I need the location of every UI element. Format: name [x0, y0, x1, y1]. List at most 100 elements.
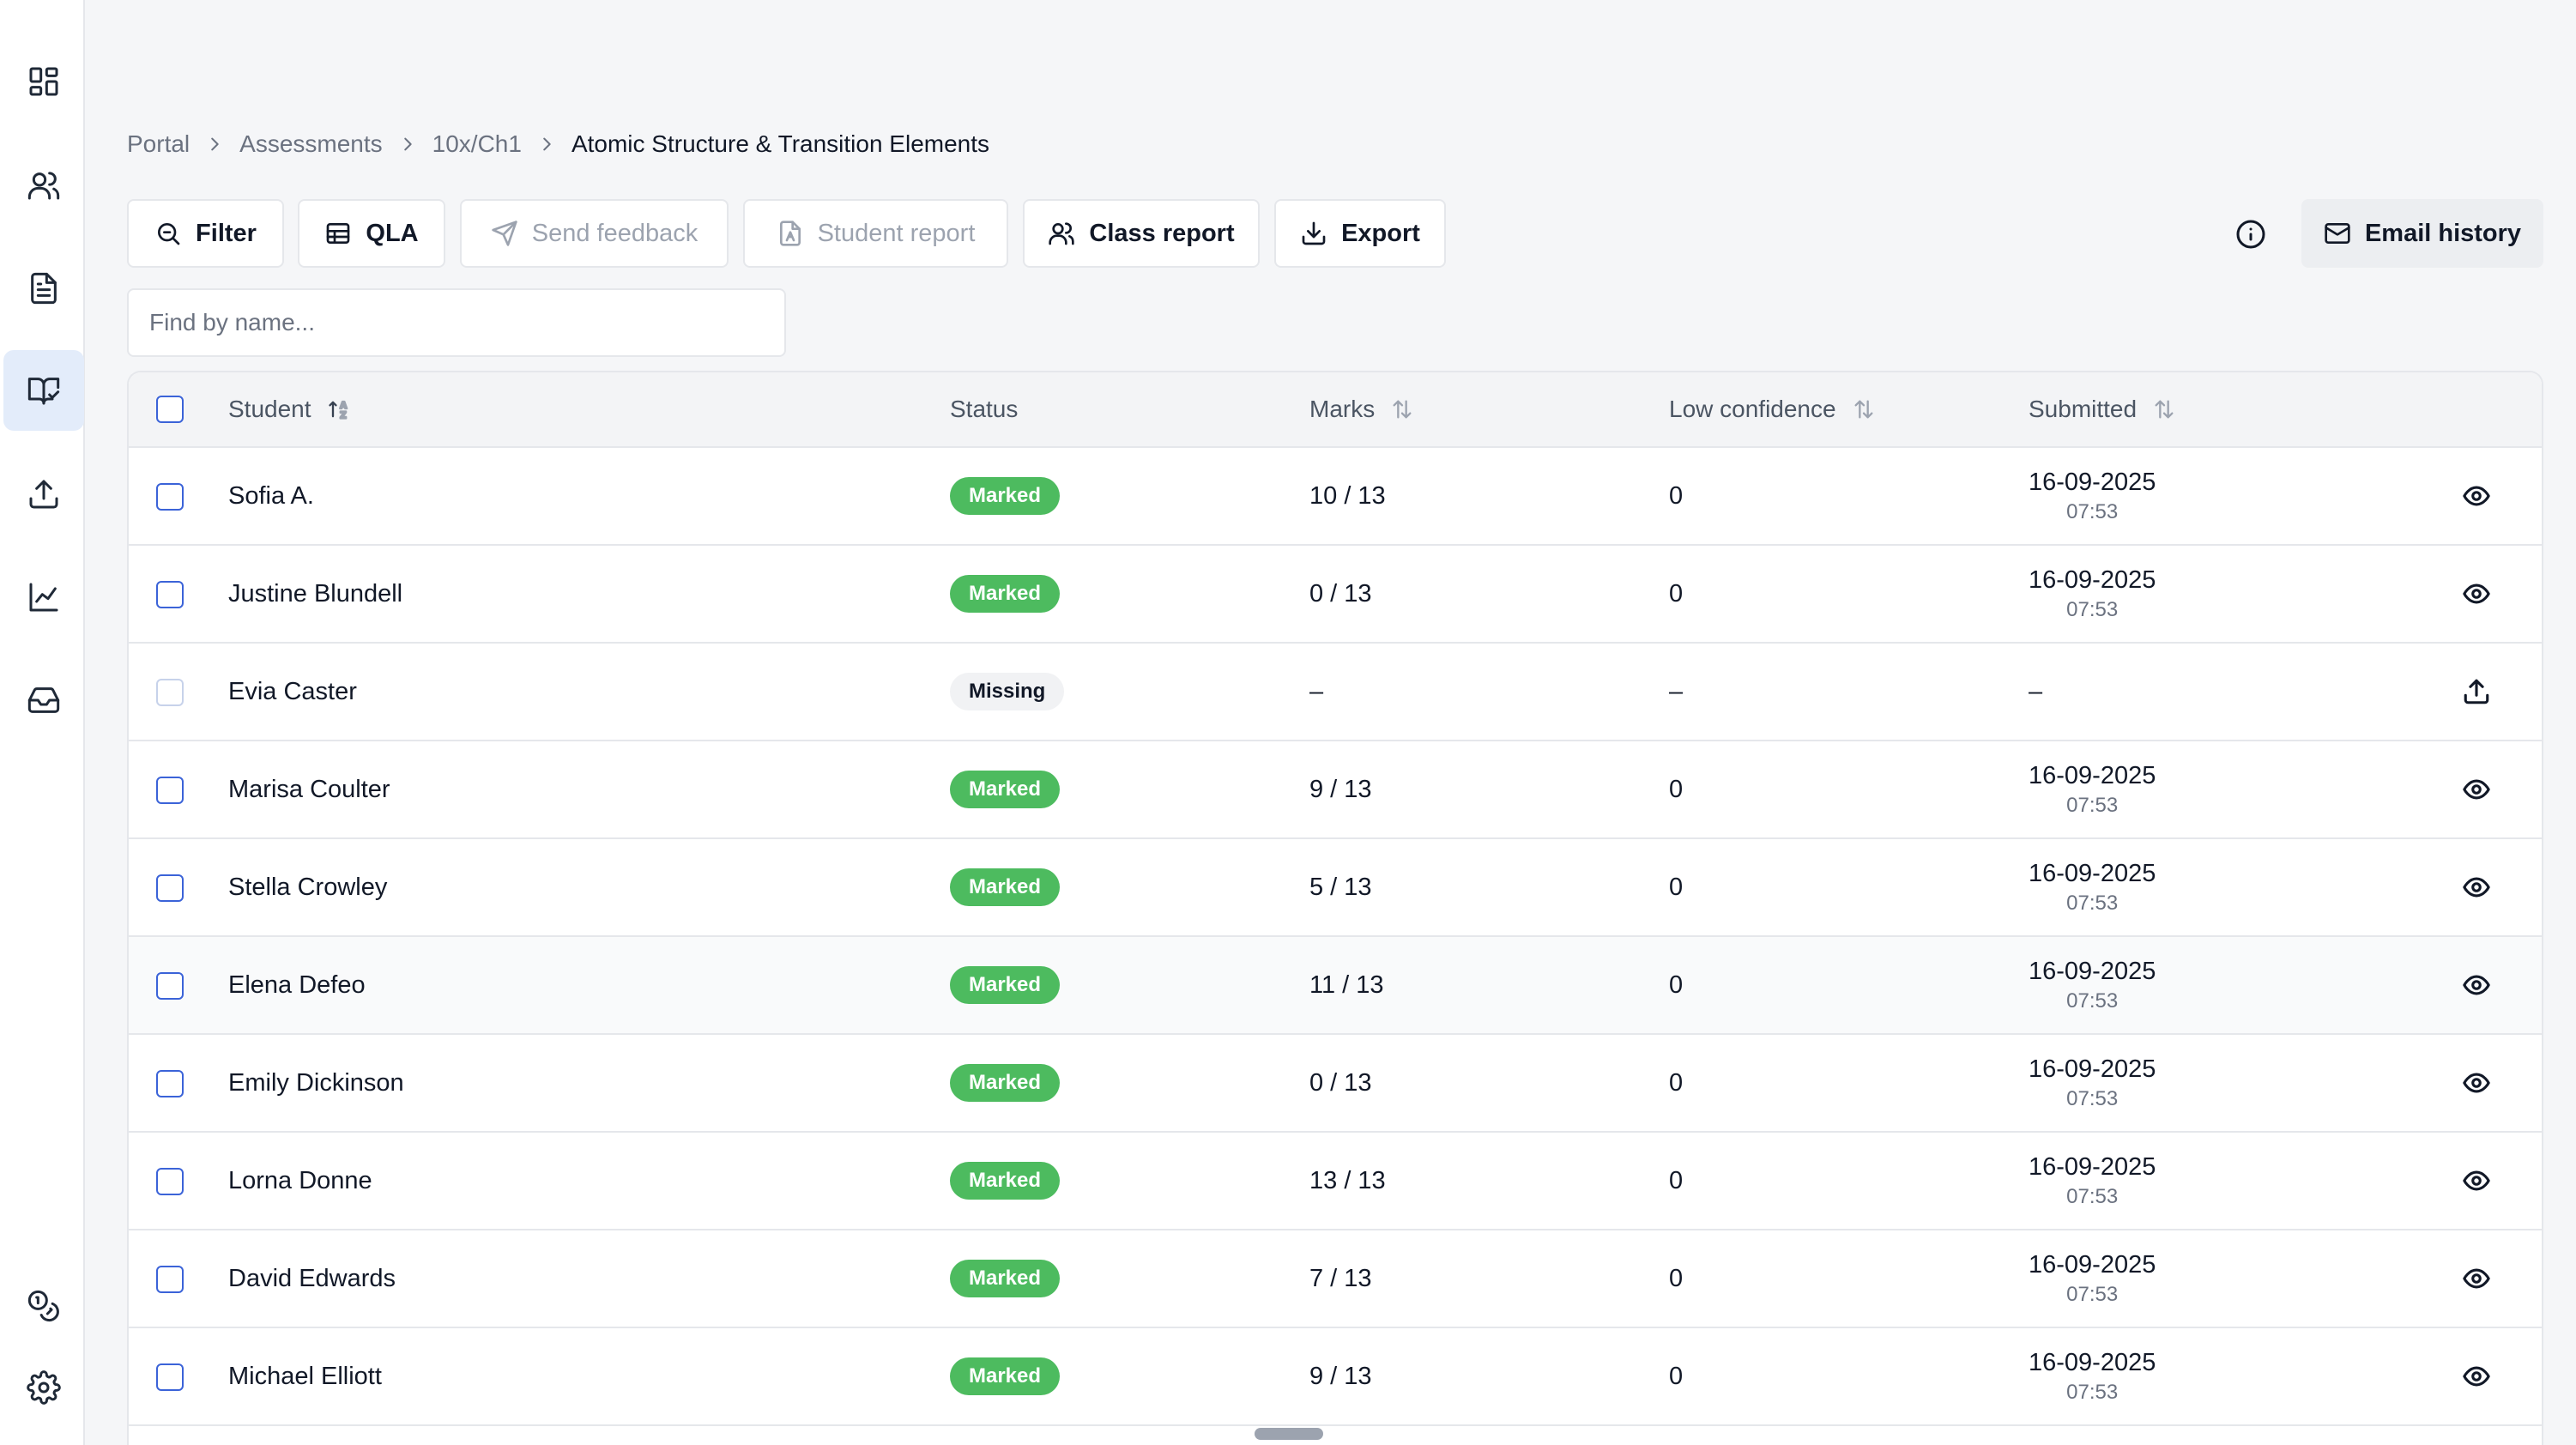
view-button[interactable] — [2459, 772, 2494, 807]
table-row[interactable]: Stella Crowley Marked 5 / 13 0 16-09-202… — [129, 839, 2542, 937]
view-button[interactable] — [2459, 479, 2494, 513]
table-row[interactable]: Justine Blundell Marked 0 / 13 0 16-09-2… — [129, 546, 2542, 644]
export-button[interactable]: Export — [1274, 199, 1446, 268]
sidebar-item-inbox[interactable] — [3, 660, 84, 741]
row-checkbox[interactable] — [156, 1363, 184, 1391]
column-marks[interactable]: Marks — [1309, 372, 1414, 446]
low-confidence-value: 0 — [1669, 481, 1684, 510]
sort-icon[interactable] — [1852, 397, 1876, 421]
table-row[interactable]: Marisa Coulter Marked 9 / 13 0 16-09-202… — [129, 741, 2542, 839]
send-feedback-button[interactable]: Send feedback — [460, 199, 729, 268]
student-name: Stella Crowley — [228, 873, 388, 901]
status-badge: Marked — [950, 1260, 1061, 1297]
view-button[interactable] — [2459, 577, 2494, 611]
breadcrumb-class[interactable]: 10x/Ch1 — [432, 130, 522, 158]
sidebar-item-dashboard[interactable] — [3, 41, 84, 122]
student-report-button[interactable]: Student report — [743, 199, 1008, 268]
sort-icon[interactable] — [2152, 397, 2176, 421]
qla-label: QLA — [366, 219, 419, 247]
horizontal-scrollbar[interactable] — [1255, 1428, 1323, 1440]
send-icon — [492, 221, 517, 246]
table-icon — [327, 223, 350, 244]
upload-button[interactable] — [2459, 674, 2494, 709]
status-badge: Marked — [950, 575, 1061, 613]
view-button[interactable] — [2459, 1066, 2494, 1100]
sidebar-item-credits[interactable] — [3, 1266, 84, 1346]
settings-gear-icon — [27, 1370, 61, 1405]
eye-icon — [2463, 583, 2490, 604]
row-checkbox[interactable] — [156, 1168, 184, 1195]
eye-icon — [2463, 779, 2490, 800]
line-chart-icon — [29, 583, 58, 612]
column-submitted[interactable]: Submitted — [2029, 372, 2176, 446]
coins-icon — [27, 1290, 59, 1322]
row-checkbox[interactable] — [156, 972, 184, 1000]
view-button[interactable] — [2459, 968, 2494, 1002]
marks-value: 5 / 13 — [1309, 873, 1372, 901]
sidebar-item-upload[interactable] — [3, 454, 84, 535]
student-name: David Edwards — [228, 1264, 396, 1292]
upload-icon — [2464, 679, 2489, 704]
table-row[interactable]: Evia Caster Missing – – – — [129, 644, 2542, 741]
sort-icon[interactable] — [1390, 397, 1414, 421]
status-badge: Marked — [950, 966, 1061, 1004]
marks-value: 7 / 13 — [1309, 1264, 1372, 1292]
low-confidence-value: 0 — [1669, 579, 1684, 608]
table-row[interactable]: Lorna Donne Marked 13 / 13 0 16-09-2025 … — [129, 1133, 2542, 1230]
table-row[interactable]: Elena Defeo Marked 11 / 13 0 16-09-2025 … — [129, 937, 2542, 1035]
view-button[interactable] — [2459, 1261, 2494, 1296]
class-report-button[interactable]: Class report — [1023, 199, 1260, 268]
row-checkbox[interactable] — [156, 679, 184, 706]
marks-value: 9 / 13 — [1309, 775, 1372, 803]
row-checkbox[interactable] — [156, 874, 184, 902]
sidebar-item-students[interactable] — [3, 145, 84, 226]
row-checkbox[interactable] — [156, 483, 184, 511]
low-confidence-value: 0 — [1669, 1362, 1684, 1390]
search-input[interactable] — [127, 288, 786, 357]
submitted-time: 07:53 — [2066, 793, 2119, 817]
users-icon — [1049, 222, 1075, 245]
select-all-checkbox[interactable] — [156, 396, 184, 423]
view-button[interactable] — [2459, 1164, 2494, 1198]
column-low-confidence[interactable]: Low confidence — [1669, 372, 1876, 446]
table-row[interactable]: David Edwards Marked 7 / 13 0 16-09-2025… — [129, 1230, 2542, 1328]
row-checkbox[interactable] — [156, 777, 184, 804]
eye-icon — [2463, 877, 2490, 898]
filter-button[interactable]: Filter — [127, 199, 284, 268]
sidebar-item-documents[interactable] — [3, 248, 84, 329]
sidebar-item-assessments[interactable] — [3, 350, 84, 431]
marks-value: 0 / 13 — [1309, 1068, 1372, 1097]
chevron-right-icon — [205, 135, 224, 154]
table-row[interactable]: Michael Elliott Marked 9 / 13 0 16-09-20… — [129, 1328, 2542, 1426]
sidebar — [0, 0, 85, 1445]
table-row[interactable]: Sofia A. Marked 10 / 13 0 16-09-2025 07:… — [129, 448, 2542, 546]
sort-alpha-icon[interactable]: AZ — [327, 397, 351, 421]
breadcrumb: Portal Assessments 10x/Ch1 Atomic Struct… — [127, 125, 989, 163]
student-name: Evia Caster — [228, 677, 357, 705]
eye-icon — [2463, 975, 2490, 995]
status-badge: Marked — [950, 1357, 1061, 1395]
qla-button[interactable]: QLA — [298, 199, 445, 268]
status-badge: Marked — [950, 868, 1061, 906]
table-row[interactable]: Emily Dickinson Marked 0 / 13 0 16-09-20… — [129, 1035, 2542, 1133]
column-student[interactable]: Student AZ — [228, 372, 351, 446]
row-checkbox[interactable] — [156, 581, 184, 608]
status-badge: Missing — [950, 673, 1065, 710]
breadcrumb-portal[interactable]: Portal — [127, 130, 190, 158]
row-checkbox[interactable] — [156, 1070, 184, 1097]
sidebar-item-analytics[interactable] — [3, 557, 84, 638]
document-icon — [31, 272, 57, 305]
student-report-label: Student report — [817, 219, 976, 247]
email-history-button[interactable]: Email history — [2301, 199, 2543, 268]
view-button[interactable] — [2459, 870, 2494, 904]
submitted-date: 16-09-2025 — [2029, 1250, 2156, 1279]
chevron-right-icon — [537, 135, 556, 154]
info-button[interactable] — [2231, 215, 2271, 254]
submitted-date: 16-09-2025 — [2029, 859, 2156, 887]
row-checkbox[interactable] — [156, 1266, 184, 1293]
view-button[interactable] — [2459, 1359, 2494, 1394]
breadcrumb-assessments[interactable]: Assessments — [239, 130, 383, 158]
info-icon — [2236, 220, 2265, 249]
sidebar-item-settings[interactable] — [3, 1347, 84, 1428]
low-confidence-value: 0 — [1669, 1264, 1684, 1292]
